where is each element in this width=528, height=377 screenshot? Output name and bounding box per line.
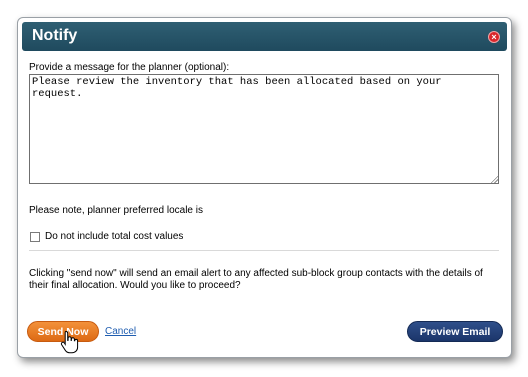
hand-pointer-icon [60,330,79,354]
locale-note: Please note, planner preferred locale is [29,205,203,216]
message-label: Provide a message for the planner (optio… [29,62,230,73]
notify-dialog: Notify × Provide a message for the plann… [17,17,512,358]
dialog-title: Notify [32,27,78,44]
resize-grip-icon[interactable] [490,175,498,183]
message-textarea[interactable] [29,74,499,184]
send-info-text: Clicking "send now" will send an email a… [29,268,483,291]
dialog-titlebar: Notify × [22,22,507,51]
cancel-link[interactable]: Cancel [105,326,136,337]
divider [29,250,499,251]
exclude-cost-checkbox[interactable] [30,232,40,242]
close-icon[interactable]: × [488,31,500,43]
exclude-cost-label[interactable]: Do not include total cost values [45,231,183,242]
preview-email-button[interactable]: Preview Email [407,321,503,342]
